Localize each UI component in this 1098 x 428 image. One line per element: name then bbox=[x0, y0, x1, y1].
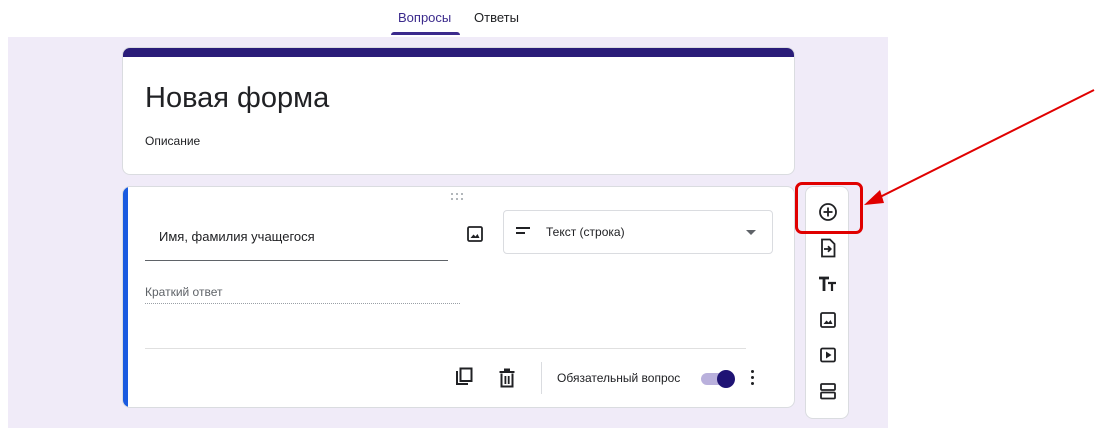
question-type-dropdown[interactable]: Текст (строка) bbox=[503, 210, 773, 254]
annotation-arrow bbox=[864, 89, 1095, 205]
short-answer-underline bbox=[145, 303, 460, 304]
question-title-underline bbox=[145, 260, 448, 261]
duplicate-icon[interactable] bbox=[454, 367, 474, 387]
tab-questions[interactable]: Вопросы bbox=[398, 10, 451, 25]
add-image-icon[interactable] bbox=[466, 225, 484, 243]
card-footer-divider bbox=[145, 348, 746, 349]
tabs-bar: Вопросы Ответы bbox=[0, 0, 1098, 36]
add-section-icon[interactable] bbox=[817, 380, 839, 402]
drag-handle-icon[interactable] bbox=[451, 193, 465, 203]
toggle-knob bbox=[717, 370, 735, 388]
delete-icon[interactable] bbox=[498, 368, 516, 388]
chevron-down-icon bbox=[746, 230, 756, 235]
more-options-icon[interactable] bbox=[749, 368, 755, 388]
required-label: Обязательный вопрос bbox=[557, 371, 681, 385]
question-title-input[interactable]: Имя, фамилия учащегося bbox=[159, 229, 315, 244]
question-card[interactable]: Имя, фамилия учащегося Текст (строка) Кр… bbox=[122, 186, 795, 408]
form-title[interactable]: Новая форма bbox=[145, 82, 329, 115]
annotation-highlight-box bbox=[795, 182, 863, 234]
active-tab-indicator bbox=[391, 32, 460, 35]
add-title-icon[interactable] bbox=[817, 273, 839, 295]
footer-separator bbox=[541, 362, 542, 394]
active-question-indicator bbox=[123, 187, 128, 407]
add-video-icon[interactable] bbox=[817, 344, 839, 366]
tab-responses[interactable]: Ответы bbox=[474, 10, 519, 25]
question-type-label: Текст (строка) bbox=[546, 225, 625, 239]
short-answer-placeholder: Краткий ответ bbox=[145, 285, 223, 299]
add-image-icon[interactable] bbox=[817, 309, 839, 331]
form-description[interactable]: Описание bbox=[145, 134, 200, 148]
required-toggle[interactable] bbox=[701, 370, 735, 388]
form-header-card[interactable]: Новая форма Описание bbox=[122, 47, 795, 175]
theme-color-bar bbox=[123, 48, 794, 57]
short-text-icon bbox=[516, 227, 530, 234]
import-questions-icon[interactable] bbox=[817, 237, 839, 259]
